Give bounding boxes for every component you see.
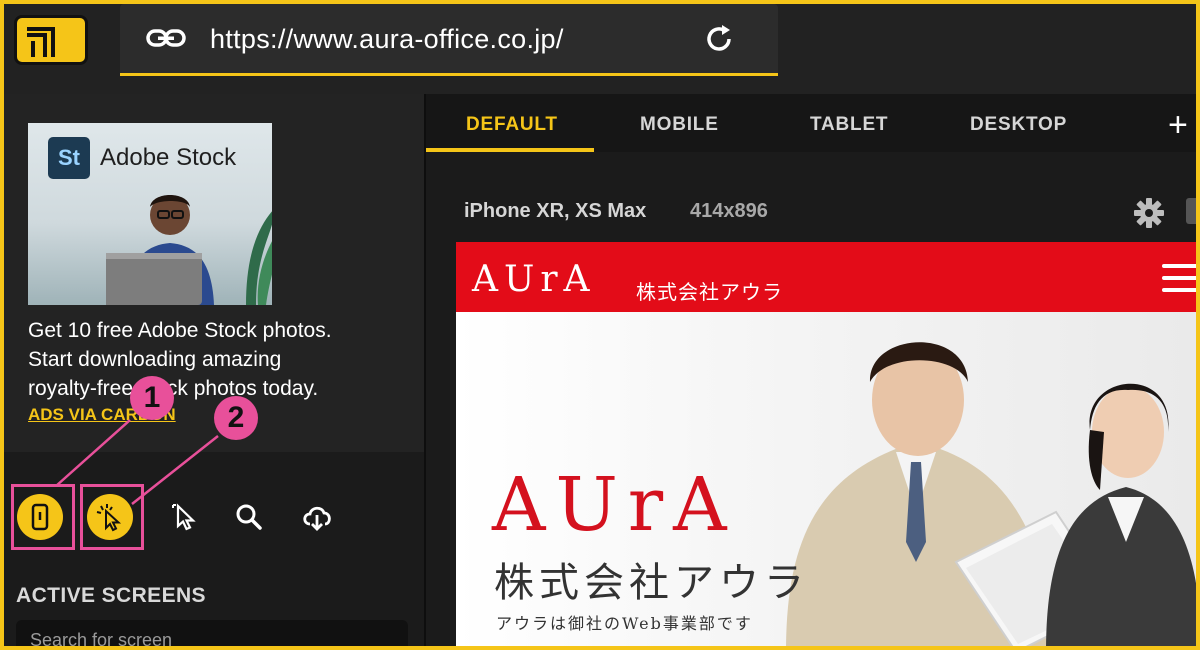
device-name: iPhone XR, XS Max (464, 200, 647, 222)
panel-handle[interactable] (1186, 198, 1196, 224)
device-size: 414x896 (690, 200, 768, 222)
device-viewport[interactable]: AUrA 株式会社アウラ AUrA 株式会社アウラ アウラは御社のWeb事業部で… (456, 242, 1196, 646)
ad-photo-person (106, 195, 272, 305)
main-panel: DEFAULT MOBILE TABLET DESKTOP + iPhone X… (426, 94, 1196, 646)
hero-tagline: アウラは御社のWeb事業部です (496, 614, 753, 633)
carbon-ad[interactable]: St Adobe Stock Get 10 free Adobe Stock p… (4, 94, 424, 452)
ad-image[interactable]: St Adobe Stock (28, 123, 272, 305)
hero-logo: AUrA (492, 462, 737, 548)
cursor-select-icon (172, 503, 196, 531)
adobe-stock-badge: St (48, 137, 90, 179)
tab-default[interactable]: DEFAULT (466, 114, 558, 136)
search-button[interactable] (226, 494, 272, 540)
tab-desktop[interactable]: DESKTOP (970, 114, 1067, 136)
adobe-stock-name: Adobe Stock (100, 144, 237, 171)
add-tab-button[interactable]: + (1168, 106, 1188, 145)
tab-tablet[interactable]: TABLET (810, 114, 888, 136)
site-header: AUrA 株式会社アウラ (456, 242, 1196, 312)
cloud-download-icon (303, 506, 331, 531)
ad-copy[interactable]: Get 10 free Adobe Stock photos. Start do… (28, 316, 408, 403)
left-sidebar: St Adobe Stock Get 10 free Adobe Stock p… (4, 94, 426, 646)
search-screen-input[interactable] (16, 620, 408, 646)
site-logo[interactable]: AUrA (472, 262, 596, 298)
hero-photo-people (786, 342, 1196, 646)
ad-copy-line: Get 10 free Adobe Stock photos. (28, 319, 332, 342)
site-company-name: 株式会社アウラ (636, 282, 783, 304)
highlight-box-2 (80, 484, 144, 550)
url-text[interactable]: https://www.aura-office.co.jp/ (210, 24, 564, 55)
active-screens-title: ACTIVE SCREENS (16, 584, 206, 607)
select-cursor-button[interactable] (162, 494, 208, 540)
active-tab-indicator (426, 148, 594, 152)
hero-company-name: 株式会社アウラ (494, 560, 809, 606)
adobe-stock-brand: St Adobe Stock (48, 137, 236, 179)
app-window: https://www.aura-office.co.jp/ St Adobe … (4, 4, 1196, 646)
ad-copy-line: royalty-free stock photos today. (28, 377, 319, 400)
gear-icon[interactable] (1132, 196, 1166, 230)
search-icon (236, 504, 262, 530)
top-bar: https://www.aura-office.co.jp/ (4, 4, 1196, 95)
app-logo-icon[interactable] (14, 15, 88, 65)
device-tabs: DEFAULT MOBILE TABLET DESKTOP + (426, 94, 1196, 152)
ad-copy-line: Start downloading amazing (28, 348, 282, 371)
callout-number-2: 2 (214, 396, 258, 440)
reload-icon[interactable] (702, 22, 736, 56)
site-hero: AUrA 株式会社アウラ アウラは御社のWeb事業部です (456, 312, 1196, 646)
tab-mobile[interactable]: MOBILE (640, 114, 719, 136)
url-bar[interactable]: https://www.aura-office.co.jp/ (120, 4, 778, 76)
callout-number-1: 1 (130, 376, 174, 420)
highlight-box-1 (11, 484, 75, 550)
download-button[interactable] (294, 494, 340, 540)
menu-icon[interactable] (1162, 264, 1196, 292)
link-icon (146, 29, 186, 47)
